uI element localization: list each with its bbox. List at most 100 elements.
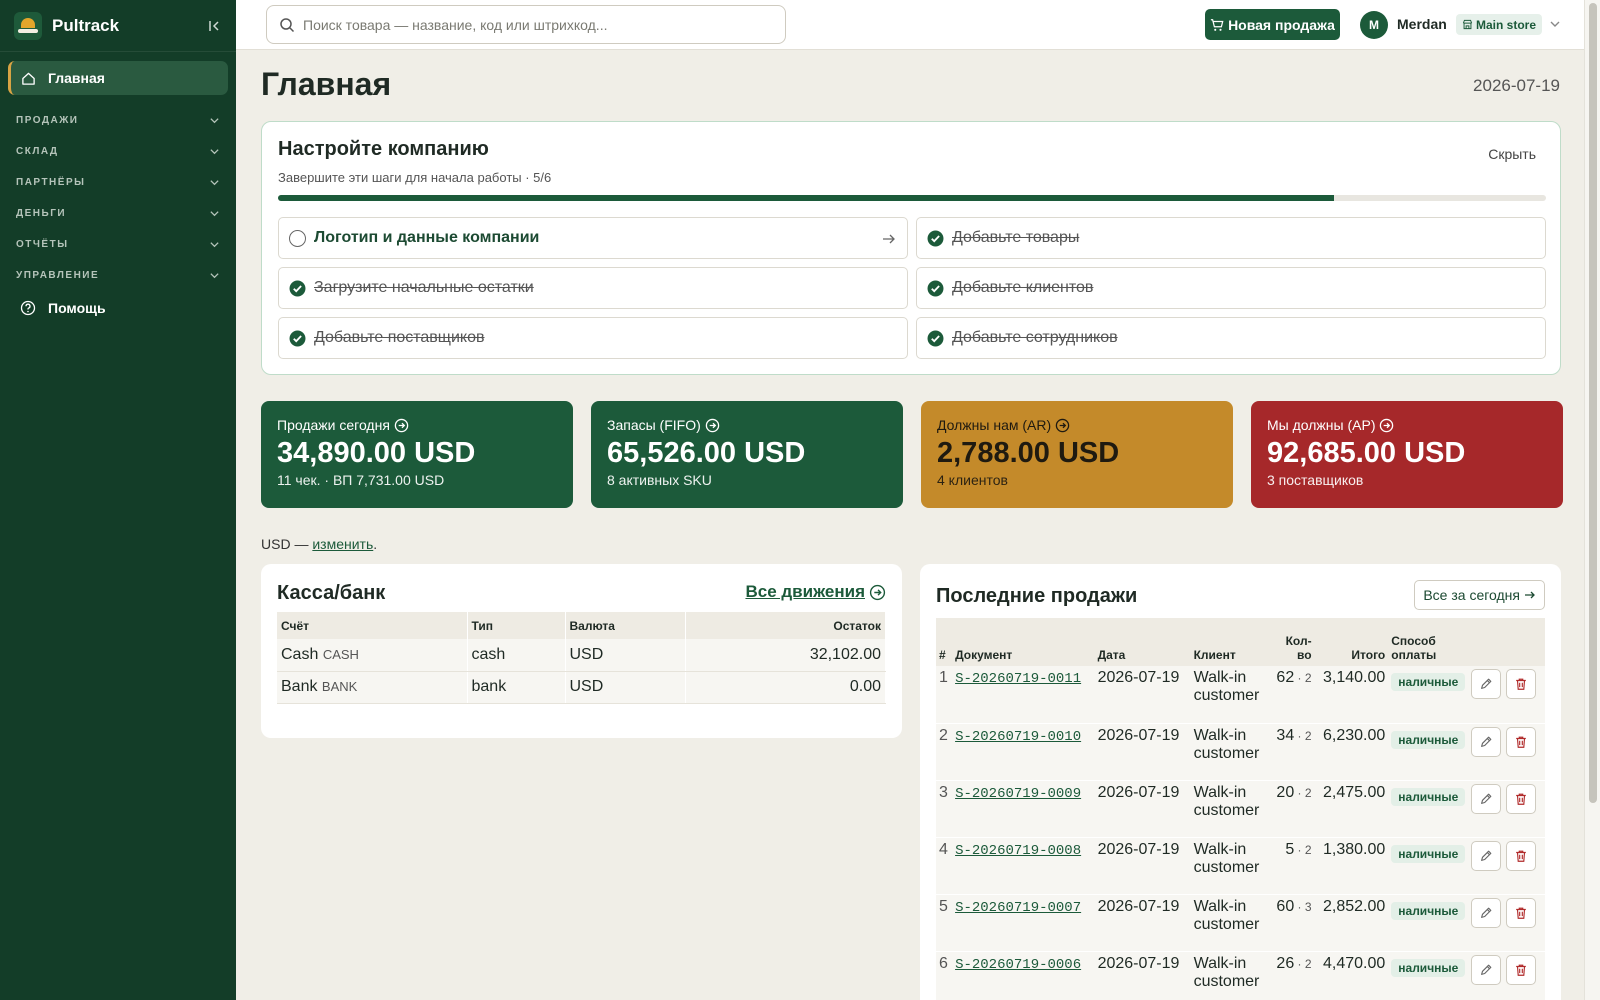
- new-sale-button[interactable]: Новая продажа: [1205, 9, 1340, 40]
- qty-cell: 34 · 2: [1270, 723, 1315, 781]
- user-name[interactable]: Merdan: [1397, 16, 1447, 32]
- col-document: Документ: [952, 618, 1095, 666]
- kpi-value: 34,890.00 USD: [277, 437, 476, 469]
- edit-button[interactable]: [1471, 669, 1502, 699]
- setup-step[interactable]: Логотип и данные компании: [278, 217, 908, 259]
- sale-client: Walk-in customer: [1190, 951, 1271, 1000]
- hide-setup-button[interactable]: Скрыть: [1488, 146, 1536, 162]
- sidebar-section[interactable]: ОТЧЁТЫ: [8, 229, 228, 260]
- actions-cell: [1468, 894, 1545, 952]
- table-row[interactable]: Cash CASH cash USD 32,102.00: [277, 639, 886, 672]
- cash-col-header: Счёт: [277, 612, 468, 639]
- table-row[interactable]: 2 S-20260719-0010 2026-07-19 Walk-in custom…: [936, 723, 1545, 781]
- sale-date: 2026-07-19: [1094, 666, 1191, 724]
- delete-button[interactable]: [1506, 840, 1537, 871]
- setup-step[interactable]: Добавьте поставщиков: [278, 317, 908, 359]
- setup-step[interactable]: Загрузите начальные остатки: [278, 267, 908, 309]
- kpi-value: 65,526.00 USD: [607, 437, 806, 469]
- pencil-icon: [1481, 850, 1492, 861]
- sidebar: Pultrack Главная ПРОДАЖИ СКЛАД ПАРТНЁРЫ ДЕН…: [0, 0, 236, 1000]
- change-currency-link[interactable]: изменить: [312, 536, 373, 552]
- delete-button[interactable]: [1506, 954, 1537, 985]
- avatar[interactable]: M: [1360, 11, 1388, 39]
- table-row[interactable]: 4 S-20260719-0008 2026-07-19 Walk-in custom…: [936, 837, 1545, 895]
- chevron-down-icon: [210, 211, 219, 217]
- document-link[interactable]: S-20260719-0006: [955, 957, 1081, 973]
- kpi-label-text: Запасы (FIFO): [607, 417, 701, 433]
- sale-total: 2,852.00: [1314, 894, 1389, 952]
- arrow-circle-icon: [394, 418, 409, 432]
- table-row[interactable]: 3 S-20260719-0009 2026-07-19 Walk-in custom…: [936, 780, 1545, 838]
- sale-qty: 34: [1276, 726, 1295, 744]
- kpi-card[interactable]: Запасы (FIFO) 65,526.00 USD 8 активных SKU: [591, 401, 903, 508]
- delete-button[interactable]: [1506, 669, 1537, 699]
- setup-step[interactable]: Добавьте товары: [916, 217, 1546, 259]
- document-link[interactable]: S-20260719-0007: [955, 900, 1081, 916]
- sidebar-section[interactable]: ПАРТНЁРЫ: [8, 167, 228, 198]
- delete-button[interactable]: [1506, 726, 1537, 757]
- kpi-card[interactable]: Мы должны (AP) 92,685.00 USD 3 поставщиков: [1251, 401, 1563, 508]
- col-payment: Способ оплаты: [1388, 618, 1469, 666]
- delete-button[interactable]: [1506, 897, 1537, 928]
- qty-cell: 26 · 2: [1270, 951, 1315, 1000]
- edit-button[interactable]: [1471, 897, 1502, 928]
- setup-step-label: Добавьте клиентов: [952, 279, 1094, 296]
- kpi-label: Запасы (FIFO): [607, 417, 887, 433]
- delete-button[interactable]: [1506, 783, 1537, 814]
- kpi-label-text: Должны нам (AR): [937, 417, 1052, 433]
- search-box: [266, 5, 786, 44]
- table-row[interactable]: 5 S-20260719-0007 2026-07-19 Walk-in custom…: [936, 894, 1545, 952]
- sale-qty: 20: [1276, 783, 1295, 801]
- edit-button[interactable]: [1471, 954, 1502, 985]
- row-number: 1: [936, 666, 953, 724]
- all-today-label: Все за сегодня: [1423, 587, 1520, 603]
- cash-bank-card: Касса/банк Все движения Счёт Тип Валюта Ост…: [261, 564, 902, 738]
- kpi-card[interactable]: Должны нам (AR) 2,788.00 USD 4 клиентов: [921, 401, 1233, 508]
- scrollbar-thumb[interactable]: [1589, 3, 1597, 803]
- document-link[interactable]: S-20260719-0008: [955, 843, 1081, 859]
- kpi-label-text: Мы должны (AP): [1267, 417, 1376, 433]
- search-icon: [280, 17, 295, 32]
- document-link[interactable]: S-20260719-0009: [955, 786, 1081, 802]
- edit-button[interactable]: [1471, 726, 1502, 757]
- sale-qty: 60: [1276, 897, 1295, 915]
- edit-button[interactable]: [1471, 783, 1502, 814]
- table-row[interactable]: 6 S-20260719-0006 2026-07-19 Walk-in custom…: [936, 951, 1545, 1000]
- table-row[interactable]: 1 S-20260719-0011 2026-07-19 Walk-in custom…: [936, 666, 1545, 724]
- edit-button[interactable]: [1471, 840, 1502, 871]
- collapse-sidebar-icon[interactable]: [206, 18, 222, 34]
- setup-step[interactable]: Добавьте сотрудников: [916, 317, 1546, 359]
- kpi-card[interactable]: Продажи сегодня 34,890.00 USD 11 чек. · ВП…: [261, 401, 573, 508]
- all-movements-link[interactable]: Все движения: [745, 582, 886, 602]
- document-link[interactable]: S-20260719-0011: [955, 671, 1081, 687]
- store-badge[interactable]: Main store: [1456, 14, 1543, 35]
- kpi-value: 92,685.00 USD: [1267, 437, 1466, 469]
- sidebar-section[interactable]: ПРОДАЖИ: [8, 105, 228, 136]
- sidebar-item-help[interactable]: Помощь: [8, 293, 228, 323]
- search-input[interactable]: [303, 16, 773, 33]
- sidebar-section[interactable]: СКЛАД: [8, 136, 228, 167]
- setup-progress-bar: [278, 195, 1546, 201]
- sidebar-section-label: ПАРТНЁРЫ: [16, 177, 86, 188]
- trash-icon: [1516, 678, 1527, 690]
- document-link[interactable]: S-20260719-0010: [955, 729, 1081, 745]
- sidebar-item-home[interactable]: Главная: [8, 61, 228, 95]
- arrow-circle-icon: [1380, 418, 1394, 432]
- sale-total: 4,470.00: [1314, 951, 1389, 1000]
- scrollbar[interactable]: [1584, 0, 1600, 1000]
- col-total: Итого: [1314, 618, 1389, 666]
- sidebar-section[interactable]: УПРАВЛЕНИЕ: [8, 260, 228, 291]
- arrow-circle-icon: [705, 418, 720, 432]
- setup-step[interactable]: Добавьте клиентов: [916, 267, 1546, 309]
- arrow-circle-icon: [1055, 418, 1070, 432]
- sidebar-section-label: ПРОДАЖИ: [16, 115, 79, 126]
- table-row[interactable]: Bank BANK bank USD 0.00: [277, 671, 886, 704]
- all-today-button[interactable]: Все за сегодня: [1414, 580, 1545, 610]
- arrow-right-icon: [1525, 591, 1535, 599]
- trash-icon: [1516, 850, 1527, 862]
- sale-date: 2026-07-19: [1094, 780, 1191, 838]
- row-number: 5: [936, 894, 953, 952]
- qty-separator: ·: [1294, 956, 1305, 971]
- sidebar-section[interactable]: ДЕНЬГИ: [8, 198, 228, 229]
- chevron-down-icon[interactable]: [1549, 18, 1561, 30]
